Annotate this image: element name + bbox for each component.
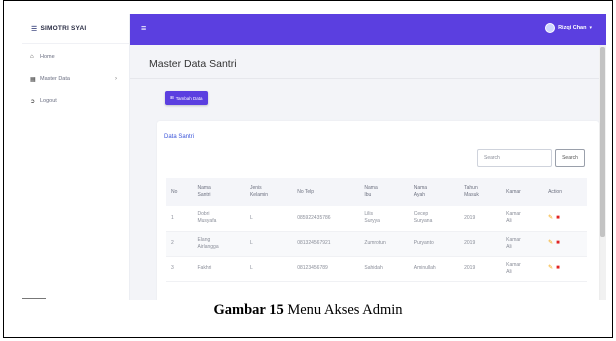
sidebar-item-label: Home [40,54,55,60]
scrollbar-thumb[interactable] [600,47,605,237]
cell: 1 [166,206,198,232]
cell: 08123456789 [297,256,365,282]
edit-icon[interactable]: ✎ [548,240,553,247]
page-title: Master Data Santri [149,58,237,70]
cell: 085922435786 [297,206,365,232]
cell: L [249,206,298,232]
cell: Aminullah [413,256,465,282]
sidebar-item-label: Logout [40,98,57,104]
sidebar-item-logout[interactable]: ➲ Logout [22,90,129,112]
cell: 081324567921 [297,231,365,257]
menu-icon[interactable]: ≡ [141,24,146,33]
cell: Cecep Suryana [413,206,465,232]
table-row: 2 Elang Airlangga L 081324567921 Zumrotu… [166,231,587,257]
brand[interactable]: ☰ SIMOTRI SYAI [22,14,129,44]
col-header: Kamar [506,178,549,206]
col-header: No Telp [297,178,365,206]
trash-icon[interactable]: ■ [556,265,560,272]
cell: 2019 [464,231,507,257]
figure-caption: Gambar 15 Menu Akses Admin [0,302,616,319]
cell: Dobri Musyafa [197,206,250,232]
edit-icon[interactable]: ✎ [548,215,553,222]
action-cell: ✎ ■ [548,206,587,232]
user-name: Rizqi Chan [558,25,587,31]
action-cell: ✎ ■ [548,231,587,257]
chevron-down-icon: ▾ [589,25,592,31]
grid-icon: ▦ [30,76,36,83]
caption-text: Menu Akses Admin [283,302,403,318]
add-data-label: Tambah Data [175,95,203,101]
cell: Elang Airlangga [197,231,250,257]
cell: Kamar Ali [506,256,549,282]
sidebar-item-home[interactable]: ⌂ Home [22,46,129,68]
cell: L [249,256,298,282]
cell: 2019 [464,256,507,282]
trash-icon[interactable]: ■ [556,240,560,247]
cell: 2 [166,231,198,257]
topbar: ≡ Rizqi Chan ▾ [130,14,606,45]
add-data-button[interactable]: ⊞ Tambah Data [165,91,208,105]
col-header: Action [548,178,587,206]
divider [130,78,599,79]
brand-name: SIMOTRI SYAI [40,25,87,32]
cell: 2019 [464,206,507,232]
caption-label: Gambar 15 [213,302,284,318]
logout-icon: ➲ [30,98,36,105]
cell: Fakhri [197,256,250,282]
cell: Kamar Ali [506,231,549,257]
cell: L [249,231,298,257]
edit-icon[interactable]: ✎ [548,265,553,272]
sidebar-item-master-data[interactable]: ▦ Master Data › [22,68,129,90]
trash-icon[interactable]: ■ [556,215,560,222]
user-menu[interactable]: Rizqi Chan ▾ [545,23,592,33]
layers-logo-icon: ☰ [31,25,38,33]
sidebar-item-label: Master Data [40,76,70,82]
cell: Zumrotun [364,231,414,257]
col-header: No [166,178,198,206]
search-button[interactable]: Search [555,149,585,167]
card-title: Data Santri [164,134,195,140]
santri-table: No Nama Santri Jenis Kelamin No Telp Nam… [166,178,587,282]
home-icon: ⌂ [30,54,34,60]
col-header: Jenis Kelamin [249,178,298,206]
search-input[interactable]: Search [477,149,552,167]
sidebar: ☰ SIMOTRI SYAI ⌂ Home ▦ Master Data › ➲ … [22,14,130,300]
col-header: Tahun Masuk [464,178,507,206]
table-row: 1 Dobri Musyafa L 085922435786 Lilis Sur… [166,206,587,232]
chevron-right-icon: › [115,76,117,82]
app-screenshot: ☰ SIMOTRI SYAI ⌂ Home ▦ Master Data › ➲ … [22,14,606,300]
action-cell: ✎ ■ [548,256,587,282]
col-header: Nama Ayah [413,178,465,206]
data-card: Data Santri Search Search No Nama Santri… [157,121,599,300]
plus-square-icon: ⊞ [170,95,174,100]
cell: Lilis Suryya [364,206,414,232]
cell: Kamar Ali [506,206,549,232]
cell: Sahidah [364,256,414,282]
table-row: 3 Fakhri L 08123456789 Sahidah Aminullah… [166,256,587,282]
col-header: Nama Ibu [364,178,414,206]
avatar [545,23,556,33]
divider [22,298,46,299]
cell: 3 [166,256,198,282]
cell: Puryanto [413,231,465,257]
table-header-row: No Nama Santri Jenis Kelamin No Telp Nam… [166,178,587,206]
col-header: Nama Santri [197,178,250,206]
